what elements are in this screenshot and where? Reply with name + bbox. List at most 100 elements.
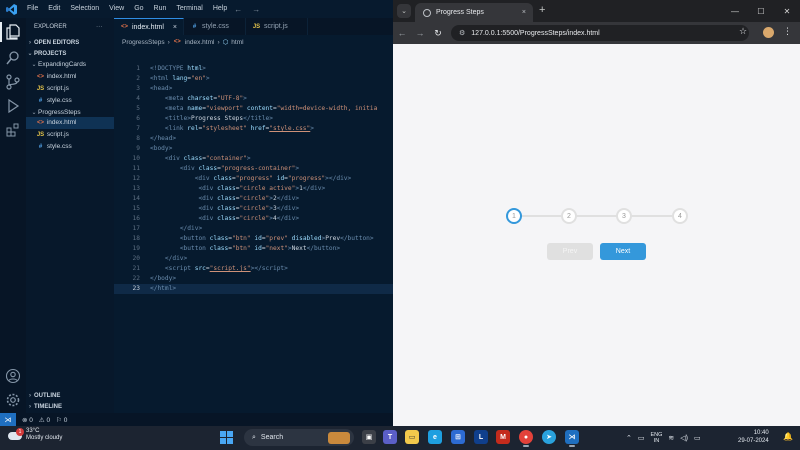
battery-icon[interactable]: ▭ (694, 434, 701, 442)
editor-area: <> index.html × # style.css JS script.js… (114, 18, 393, 413)
code-line: 21 <script src="script.js"></script> (114, 264, 393, 274)
forward-arrow-icon[interactable]: → (252, 5, 260, 14)
code-line: 19 <button class="btn" id="next">Next</b… (114, 244, 393, 254)
close-icon[interactable]: × (173, 24, 177, 31)
more-actions-icon[interactable]: ··· (96, 21, 110, 33)
chevron-right-icon: › (167, 38, 170, 46)
minimize-icon[interactable]: — (722, 0, 748, 22)
code-editor[interactable]: 1 <!DOCTYPE html> 2 <html lang="en"> 3 <hea… (114, 64, 393, 294)
close-window-icon[interactable]: ✕ (774, 0, 800, 22)
profile-avatar[interactable] (763, 27, 774, 38)
file-explorer-icon[interactable]: ▭ (405, 430, 419, 444)
back-arrow-icon[interactable]: ← (234, 5, 242, 14)
file-item[interactable]: # style.css (26, 95, 114, 107)
tab-index-html[interactable]: <> index.html × (114, 18, 184, 35)
html-file-icon: <> (173, 39, 181, 45)
menu-kebab-icon[interactable]: ⋮ (783, 26, 792, 37)
breadcrumb-folder[interactable]: ProgressSteps (122, 39, 165, 46)
code-line: 7 <link rel="stylesheet" href="style.css… (114, 124, 393, 134)
file-item[interactable]: <> index.html (26, 71, 114, 83)
source-control-icon[interactable] (5, 74, 21, 90)
reload-icon[interactable]: ↻ (429, 28, 447, 39)
telegram-icon[interactable]: ➤ (542, 430, 556, 444)
problems-indicator[interactable]: ⊗ 0 ⚠ 0 ⚐ 0 (22, 416, 67, 424)
search-icon[interactable] (5, 50, 21, 66)
menu-edit[interactable]: Edit (43, 0, 65, 18)
back-icon[interactable]: ← (393, 28, 411, 38)
menu-terminal[interactable]: Terminal (171, 0, 207, 18)
prev-button[interactable]: Prev (547, 243, 593, 260)
drive-icon[interactable]: ▭ (638, 434, 645, 442)
remote-icon[interactable]: ⋊ (0, 413, 16, 426)
browser-tab[interactable]: Progress Steps × (415, 3, 533, 22)
wifi-icon[interactable]: ≋ (668, 434, 674, 442)
status-bar: ⋊ ⊗ 0 ⚠ 0 ⚐ 0 (0, 413, 393, 426)
file-label: index.html (46, 73, 77, 80)
code-text: <meta name="viewport" content="width=dev… (164, 105, 378, 112)
search-highlight-icon (328, 431, 350, 444)
menu-run[interactable]: Run (149, 0, 172, 18)
tab-script-js[interactable]: JS script.js (246, 18, 308, 35)
breadcrumb-element[interactable]: html (231, 39, 243, 46)
task-view-icon[interactable]: ▣ (362, 430, 376, 444)
taskbar-search[interactable]: ⌕ Search (244, 429, 354, 446)
line-number: 22 (132, 275, 140, 282)
menu-help[interactable]: Help (208, 0, 232, 18)
language-indicator[interactable]: ENG IN (651, 432, 663, 444)
menu-selection[interactable]: Selection (65, 0, 104, 18)
outline-section[interactable]: › OUTLINE (26, 391, 114, 402)
explorer-icon[interactable] (0, 22, 21, 42)
chrome-icon[interactable]: ● (519, 430, 533, 447)
store-icon[interactable]: ⊞ (451, 430, 465, 444)
site-info-icon[interactable]: ⚙ (459, 29, 465, 37)
file-item[interactable]: # style.css (26, 141, 114, 153)
bookmark-star-icon[interactable]: ☆ (739, 26, 747, 37)
file-label: index.html (46, 119, 77, 126)
weather-widget[interactable]: 1 33°C Mostly cloudy (8, 428, 62, 442)
timeline-section[interactable]: › TIMELINE (26, 402, 114, 413)
file-label: script.js (46, 85, 69, 92)
clock[interactable]: 10:40 29-07-2024 (738, 429, 769, 445)
line-number: 11 (132, 165, 140, 172)
menu-go[interactable]: Go (129, 0, 148, 18)
code-line-current: 23 </html> (114, 284, 393, 294)
weather-badge: 1 (16, 428, 24, 436)
file-item[interactable]: JS script.js (26, 129, 114, 141)
edge-icon[interactable]: e (428, 430, 442, 444)
forward-icon[interactable]: → (411, 28, 429, 38)
vscode-taskbar-icon[interactable]: ⋊ (565, 430, 579, 447)
code-text: <html lang="en"> (150, 75, 210, 82)
new-tab-icon[interactable]: + (539, 4, 545, 16)
windows-start-icon[interactable] (220, 431, 233, 444)
volume-icon[interactable]: ◁) (680, 434, 688, 442)
menu-file[interactable]: File (22, 0, 43, 18)
next-button[interactable]: Next (600, 243, 646, 260)
menu-view[interactable]: View (104, 0, 129, 18)
tab-label: index.html (132, 23, 164, 31)
settings-gear-icon[interactable] (5, 392, 21, 408)
page-viewport: 1 2 3 4 Prev Next (393, 44, 800, 426)
code-line: 4 <meta charset="UTF-8"> (114, 94, 393, 104)
tab-search-icon[interactable]: ⌄ (397, 4, 411, 18)
code-text: </head> (150, 135, 177, 142)
weather-condition: Mostly cloudy (26, 435, 63, 441)
close-tab-icon[interactable]: × (522, 9, 526, 16)
notification-bell-icon[interactable]: 🔔 (783, 432, 793, 441)
line-number: 10 (132, 155, 140, 162)
maximize-icon[interactable]: ☐ (748, 0, 774, 22)
teams-icon[interactable]: T (383, 430, 397, 444)
address-bar[interactable]: ⚙ 127.0.0.1:5500/ProgressSteps/index.htm… (451, 25, 749, 41)
account-icon[interactable] (5, 368, 21, 384)
folder-expandingcards[interactable]: ⌄ExpandingCards (26, 59, 114, 71)
chevron-up-icon[interactable]: ⌃ (626, 434, 632, 442)
mcafee-icon[interactable]: M (496, 430, 510, 444)
extensions-icon[interactable] (5, 122, 21, 138)
code-line: 2 <html lang="en"> (114, 74, 393, 84)
breadcrumb-file[interactable]: index.html (185, 39, 215, 46)
run-debug-icon[interactable] (5, 98, 21, 114)
tab-style-css[interactable]: # style.css (184, 18, 246, 35)
browser-tab-title: Progress Steps (436, 9, 484, 16)
app-l-icon[interactable]: L (474, 430, 488, 444)
file-item[interactable]: JS script.js (26, 83, 114, 95)
file-item-selected[interactable]: <> index.html (26, 117, 114, 129)
